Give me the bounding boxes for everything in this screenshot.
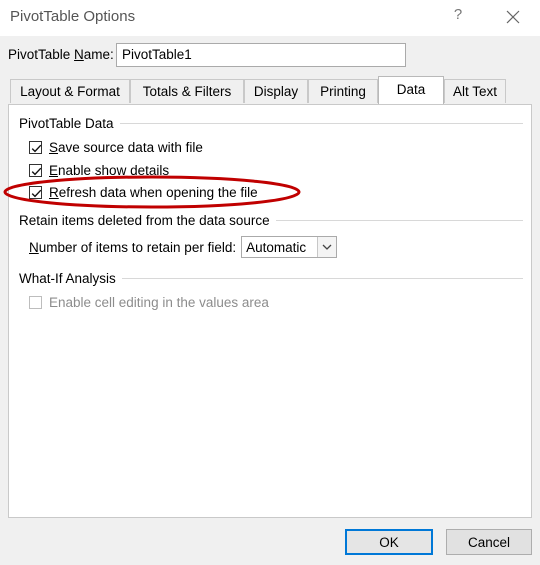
select-value: Automatic (246, 239, 307, 255)
window-title: PivotTable Options (10, 8, 136, 25)
refresh-on-open-checkbox[interactable]: Refresh data when opening the file (29, 183, 258, 201)
data-tab-panel: PivotTable Data Save source data with fi… (8, 104, 532, 518)
group-divider (275, 219, 523, 221)
checkbox-label: Enable cell editing in the values area (49, 294, 269, 310)
what-if-group: What-If Analysis (19, 270, 523, 286)
checkbox-label: Refresh data when opening the file (49, 185, 258, 200)
checkbox-label-text: ave source data with file (58, 139, 203, 155)
pivottable-data-group: PivotTable Data (19, 115, 523, 131)
group-divider (121, 277, 523, 279)
checkmark-icon (31, 144, 42, 152)
tab-layout-format[interactable]: Layout & Format (10, 79, 130, 103)
cancel-button[interactable]: Cancel (446, 529, 532, 555)
retain-label-mnemonic: N (29, 239, 39, 255)
name-label-text: PivotTable (8, 47, 75, 62)
checkbox-label: Save source data with file (49, 140, 203, 155)
chevron-down-icon (322, 244, 332, 250)
name-label-rest: ame: (83, 47, 114, 62)
group-heading: What-If Analysis (19, 270, 116, 286)
checkbox-mnemonic: R (49, 184, 59, 200)
checkbox-box[interactable] (29, 185, 42, 199)
checkbox-box[interactable] (29, 163, 42, 177)
name-label-mnemonic: N (74, 47, 84, 62)
checkbox-label-text: nable show details (58, 162, 170, 178)
retain-label-text: umber of items to retain per field: (38, 239, 237, 255)
group-heading: PivotTable Data (19, 115, 114, 131)
enable-show-details-checkbox[interactable]: Enable show details (29, 161, 169, 179)
tab-printing[interactable]: Printing (308, 79, 378, 103)
tab-display[interactable]: Display (244, 79, 308, 103)
checkbox-label: Enable show details (49, 163, 169, 178)
pivottable-name-input[interactable]: PivotTable1 (116, 43, 406, 67)
checkbox-label-text: efresh data when opening the file (58, 184, 258, 200)
tab-alt-text[interactable]: Alt Text (444, 79, 506, 103)
tab-data[interactable]: Data (378, 76, 444, 104)
close-icon (506, 10, 520, 24)
checkbox-mnemonic: E (49, 162, 59, 178)
title-bar: PivotTable Options ? (0, 0, 540, 36)
retain-items-select[interactable]: Automatic (241, 236, 338, 258)
checkmark-icon (31, 167, 42, 175)
pivottable-name-label: PivotTable Name: (8, 47, 114, 62)
retain-items-group: Retain items deleted from the data sourc… (19, 212, 523, 228)
checkmark-icon (31, 189, 42, 197)
enable-cell-editing-checkbox[interactable]: Enable cell editing in the values area (29, 293, 269, 311)
retain-items-label: Number of items to retain per field: (29, 240, 236, 255)
help-button[interactable]: ? (448, 6, 468, 28)
ok-button[interactable]: OK (345, 529, 433, 555)
save-source-data-checkbox[interactable]: Save source data with file (29, 138, 203, 156)
dropdown-button[interactable] (317, 237, 337, 257)
tab-totals-filters[interactable]: Totals & Filters (130, 79, 244, 103)
checkbox-box[interactable] (29, 295, 42, 309)
retain-items-row: Number of items to retain per field: Aut… (29, 236, 338, 258)
group-heading: Retain items deleted from the data sourc… (19, 212, 270, 228)
group-divider (119, 122, 523, 124)
checkbox-mnemonic: S (49, 139, 59, 155)
close-button[interactable] (500, 4, 526, 30)
checkbox-box[interactable] (29, 140, 42, 154)
